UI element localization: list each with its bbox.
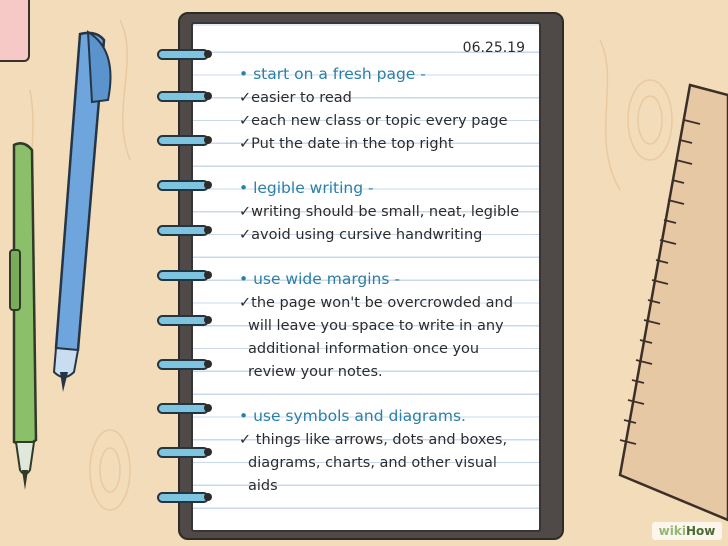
list-item: will leave you space to write in any bbox=[248, 318, 504, 334]
green-pen-icon bbox=[9, 142, 38, 490]
section-heading-symbols-diagrams: • use symbols and diagrams. bbox=[239, 407, 466, 425]
blue-pen-icon bbox=[52, 30, 112, 392]
list-item: ✓ things like arrows, dots and boxes, bbox=[239, 432, 508, 448]
section-heading-fresh-page: • start on a fresh page - bbox=[239, 65, 426, 83]
sticky-note bbox=[0, 0, 30, 62]
list-item: review your notes. bbox=[248, 364, 383, 380]
list-item: ✓easier to read bbox=[239, 90, 352, 106]
wikihow-watermark: wiki How bbox=[652, 522, 722, 540]
section-heading-legible-writing: • legible writing - bbox=[239, 179, 374, 197]
list-item: ✓avoid using cursive handwriting bbox=[239, 227, 483, 243]
list-item: ✓the page won't be overcrowded and bbox=[239, 295, 513, 311]
list-item: ✓writing should be small, neat, legible bbox=[239, 204, 520, 220]
notebook-page: 06.25.19 • start on a fresh page - ✓easi… bbox=[191, 22, 541, 532]
list-item: additional information once you bbox=[248, 341, 480, 357]
list-item: diagrams, charts, and other visual bbox=[248, 455, 497, 471]
list-item: ✓Put the date in the top right bbox=[239, 136, 454, 152]
list-item: ✓each new class or topic every page bbox=[239, 113, 508, 129]
date-label: 06.25.19 bbox=[462, 40, 525, 56]
watermark-wiki: wiki bbox=[658, 524, 686, 538]
section-heading-wide-margins: • use wide margins - bbox=[239, 270, 400, 288]
list-item: aids bbox=[248, 478, 278, 494]
watermark-how: How bbox=[685, 524, 716, 538]
